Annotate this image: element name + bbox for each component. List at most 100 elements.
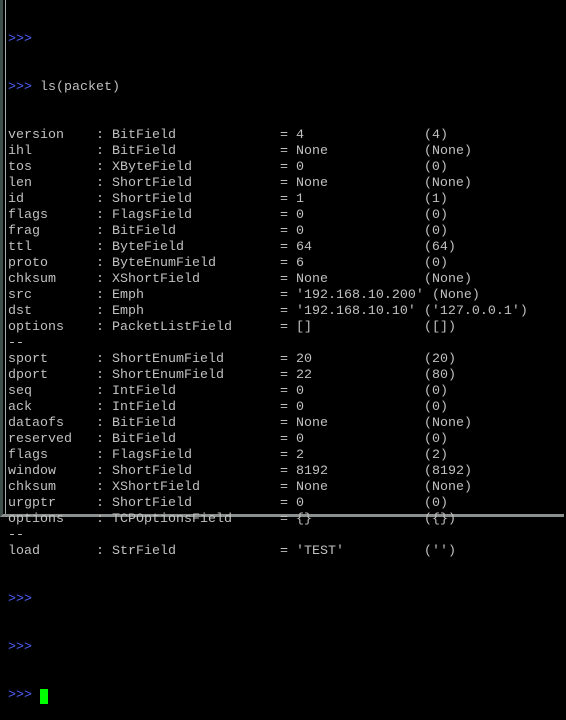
field-value: 0	[295, 160, 304, 175]
field-type: ShortField	[111, 176, 192, 191]
field-type: BitField	[112, 432, 176, 447]
field-value: 64	[295, 240, 312, 255]
field-default: ('')	[423, 544, 456, 559]
field-type: ShortField	[111, 192, 192, 207]
field-row: dataofs : BitField = None (None)	[8, 416, 472, 431]
field-row: id : ShortField = 1 (1)	[8, 192, 448, 207]
field-type: BitField	[112, 128, 176, 143]
field-name: chksum	[8, 272, 56, 287]
field-name: urgptr	[8, 496, 56, 511]
field-default: (4)	[423, 128, 448, 143]
field-name: ihl	[8, 144, 32, 159]
field-value: 0	[295, 496, 304, 511]
field-value: 0	[295, 208, 304, 223]
field-name: src	[8, 288, 32, 303]
field-default: (0)	[423, 160, 448, 175]
field-row: window : ShortField = 8192 (8192)	[8, 464, 472, 479]
field-value: 8192	[295, 464, 328, 479]
field-type: FlagsField	[112, 208, 192, 223]
field-type: XByteField	[111, 160, 192, 175]
field-row: version : BitField = 4 (4)	[8, 128, 448, 143]
field-value: 22	[295, 368, 312, 383]
field-default: (8192)	[423, 464, 472, 479]
field-row: options : PacketListField = [] ([])	[8, 320, 456, 335]
field-type: StrField	[111, 544, 176, 559]
field-name: proto	[8, 256, 48, 271]
field-default: (20)	[423, 352, 456, 367]
field-name: dataofs	[8, 416, 64, 431]
field-type: Emph	[111, 304, 144, 319]
prompt-line: >>>	[8, 640, 528, 656]
field-value: 0	[295, 384, 304, 399]
field-row: src : Emph = '192.168.10.200' (None)	[8, 288, 480, 303]
field-row: ack : IntField = 0 (0)	[8, 400, 448, 415]
field-value: 2	[295, 448, 304, 463]
field-value: 0	[295, 224, 304, 239]
field-value: {}	[295, 512, 312, 527]
field-type: IntField	[111, 384, 176, 399]
field-type: BitField	[111, 144, 176, 159]
field-name: ack	[8, 400, 32, 415]
field-type: ShortEnumField	[112, 368, 224, 383]
field-default: (None)	[423, 176, 472, 191]
field-type: FlagsField	[112, 448, 192, 463]
field-value: '192.168.10.10'	[295, 304, 416, 319]
field-name: seq	[8, 384, 32, 399]
terminal-output[interactable]: >>> >>> ls(packet) version : BitField = …	[8, 0, 528, 720]
field-default: ({})	[423, 512, 456, 527]
field-value: []	[295, 320, 312, 335]
field-row: ihl : BitField = None (None)	[8, 144, 472, 159]
field-default: (0)	[423, 256, 448, 271]
field-name: tos	[8, 160, 32, 175]
field-type: Emph	[111, 288, 144, 303]
field-name: flags	[8, 208, 48, 223]
field-default: (None)	[423, 272, 472, 287]
prompt: >>>	[8, 80, 32, 95]
field-row: urgptr : ShortField = 0 (0)	[8, 496, 448, 511]
field-default: (64)	[423, 240, 456, 255]
field-name: len	[8, 176, 32, 191]
field-name: window	[8, 464, 56, 479]
field-row: flags : FlagsField = 2 (2)	[8, 448, 448, 463]
field-name: sport	[8, 352, 48, 367]
field-default: (0)	[423, 432, 448, 447]
field-value: None	[295, 144, 328, 159]
field-name: ttl	[8, 240, 32, 255]
field-default: ([])	[423, 320, 456, 335]
prompt: >>>	[8, 688, 32, 703]
field-default: (1)	[423, 192, 448, 207]
field-default: (None)	[423, 416, 472, 431]
field-row: reserved : BitField = 0 (0)	[8, 432, 448, 447]
field-row: seq : IntField = 0 (0)	[8, 384, 448, 399]
prompt: >>>	[8, 32, 32, 47]
active-prompt-line[interactable]: >>>	[8, 688, 528, 704]
field-name: options	[8, 320, 64, 335]
field-type: XShortField	[112, 272, 200, 287]
field-default: (None)	[423, 480, 472, 495]
prompt: >>>	[8, 640, 32, 655]
field-name: chksum	[8, 480, 56, 495]
field-type: ShortEnumField	[112, 352, 224, 367]
field-value: None	[295, 176, 328, 191]
field-name: id	[8, 192, 24, 207]
field-default: (2)	[423, 448, 448, 463]
field-row: frag : BitField = 0 (0)	[8, 224, 448, 239]
field-name: flags	[8, 448, 48, 463]
field-value: 20	[295, 352, 312, 367]
field-value: '192.168.10.200'	[295, 288, 424, 303]
command-text: ls(packet)	[40, 80, 120, 95]
field-name: load	[8, 544, 40, 559]
field-default: (0)	[423, 224, 448, 239]
field-value: 0	[295, 400, 304, 415]
prompt-line: >>>	[8, 592, 528, 608]
field-default: (0)	[423, 208, 448, 223]
field-list: version : BitField = 4 (4) ihl : BitField…	[8, 128, 528, 560]
field-default: ('127.0.0.1')	[423, 304, 528, 319]
field-type: IntField	[111, 400, 176, 415]
field-type: BitField	[112, 416, 176, 431]
prompt: >>>	[8, 592, 32, 607]
field-name: options	[8, 512, 64, 527]
field-value: None	[295, 416, 328, 431]
field-type: ShortField	[112, 464, 192, 479]
field-type: XShortField	[112, 480, 200, 495]
